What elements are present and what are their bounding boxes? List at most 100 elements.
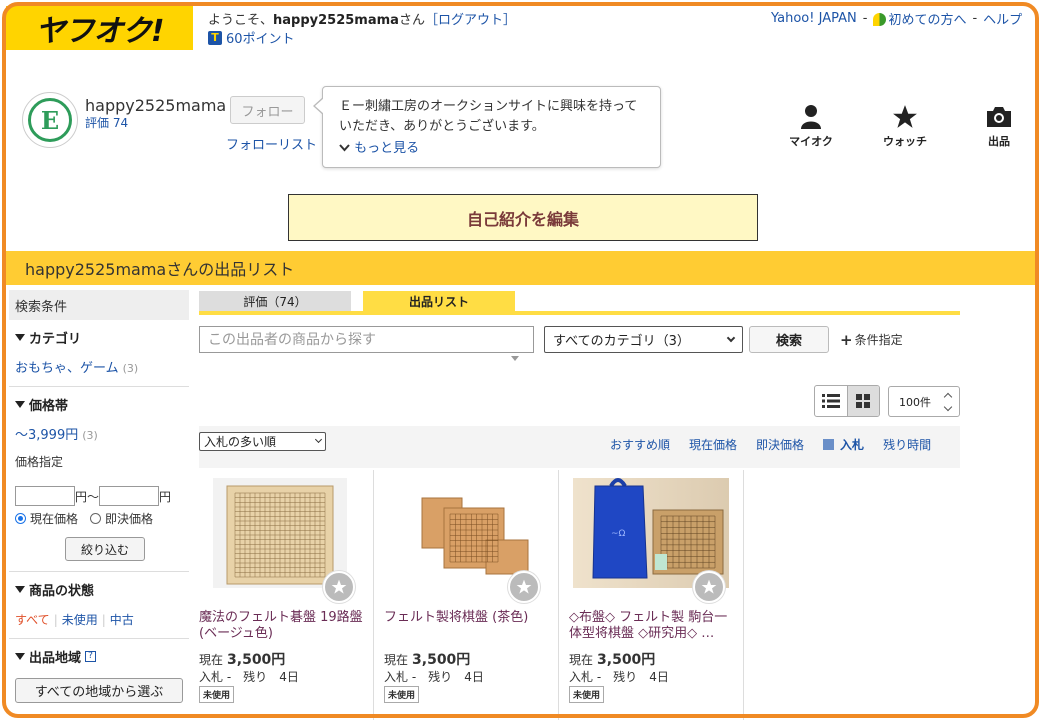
- chevron-down-icon: [339, 144, 350, 152]
- follow-button[interactable]: フォロー: [230, 96, 305, 124]
- condition-unused[interactable]: 未使用: [62, 613, 98, 627]
- watch-star-button[interactable]: [693, 571, 725, 603]
- star-icon: [893, 105, 917, 128]
- product-price: 現在 3,500円: [199, 652, 286, 668]
- avatar[interactable]: E: [22, 92, 78, 148]
- seller-name: happy2525mama: [85, 96, 227, 115]
- points-link[interactable]: 60ポイント: [226, 28, 295, 47]
- triangle-down-icon: [15, 586, 25, 593]
- sidebar-heading: 検索条件: [9, 290, 189, 320]
- star-icon: [516, 579, 532, 594]
- tab-underline: [199, 311, 960, 315]
- triangle-down-icon: [15, 334, 25, 341]
- sort-select[interactable]: 入札の多い順: [199, 432, 326, 451]
- condition-all[interactable]: すべて: [15, 613, 50, 627]
- seller-evaluation-link[interactable]: 評価 74: [85, 114, 128, 131]
- logout-link[interactable]: ［ログアウト］: [425, 13, 516, 28]
- welcome-username: happy2525mama: [273, 13, 399, 28]
- seller-search-input[interactable]: [199, 326, 534, 353]
- tab-listing[interactable]: 出品リスト: [363, 291, 515, 311]
- category-link[interactable]: おもちゃ、ゲーム (3): [15, 357, 183, 376]
- chevron-down-icon: [726, 333, 736, 342]
- condition-badge: 未使用: [384, 686, 420, 703]
- chevron-down-icon: [314, 435, 323, 444]
- beginner-leaf-icon: [873, 13, 887, 26]
- region-section: 出品地域? すべての地域から選ぶ: [9, 639, 189, 713]
- product-card[interactable]: フェルト製将棋盤 (茶色) 現在 3,500円 入札 - 残り 4日 未使用: [384, 470, 559, 720]
- product-card[interactable]: ~Ω ◇布盤◇ フェルト製 駒台一体型将棋盤 ◇研究用◇ … 現在 3,500円 …: [569, 470, 744, 720]
- list-view-button[interactable]: [815, 386, 847, 416]
- product-title[interactable]: ◇布盤◇ フェルト製 駒台一体型将棋盤 ◇研究用◇ …: [569, 610, 739, 642]
- camera-icon: [987, 107, 1011, 127]
- product-card[interactable]: 魔法のフェルト碁盤 19路盤 (ベージュ色) 現在 3,500円 入札 - 残り …: [199, 470, 374, 720]
- triangle-down-icon: [15, 401, 25, 408]
- person-icon: [801, 105, 821, 129]
- plus-icon: +: [840, 331, 853, 349]
- sort-current-price[interactable]: 現在価格: [689, 436, 737, 453]
- watch-star-button[interactable]: [508, 571, 540, 603]
- intro-text: Ｅー刺繡工房のオークションサイトに興味を持っていただき、ありがとうございます。: [339, 99, 638, 134]
- select-region-button[interactable]: すべての地域から選ぶ: [15, 678, 183, 703]
- condition-section: 商品の状態 すべて | 未使用 | 中古: [9, 572, 189, 639]
- watch-star-button[interactable]: [323, 571, 355, 603]
- price-range-link[interactable]: ～3,999円 (3): [15, 424, 183, 443]
- welcome-text: ようこそ、happy2525mamaさん［ログアウト］: [208, 13, 516, 28]
- grid-view-button[interactable]: [846, 386, 879, 416]
- listing-banner: happy2525mamaさんの出品リスト: [6, 251, 1035, 285]
- product-title[interactable]: フェルト製将棋盤 (茶色): [384, 610, 554, 626]
- product-price: 現在 3,500円: [384, 652, 471, 668]
- grid-view-icon: [856, 394, 871, 408]
- more-link[interactable]: もっと見る: [339, 139, 646, 159]
- product-meta: 入札 - 残り 4日: [384, 670, 484, 684]
- beginners-link[interactable]: 初めての方へ: [873, 9, 966, 28]
- star-icon: [701, 579, 717, 594]
- updown-icon: [943, 392, 953, 412]
- condition-badge: 未使用: [569, 686, 605, 703]
- product-image[interactable]: [213, 478, 347, 588]
- suggest-caret-icon: [511, 356, 519, 361]
- yahuoku-logo[interactable]: ヤフオク!: [6, 6, 193, 50]
- triangle-down-icon: [15, 653, 25, 660]
- list-view-icon: [821, 394, 840, 408]
- price-min-input[interactable]: [15, 486, 75, 506]
- product-meta: 入札 - 残り 4日: [569, 670, 669, 684]
- tab-evaluation[interactable]: 評価（74）: [199, 291, 351, 311]
- points-display[interactable]: T 60ポイント: [208, 28, 295, 47]
- sort-recommended[interactable]: おすすめ順: [610, 436, 670, 453]
- product-title[interactable]: 魔法のフェルト碁盤 19路盤 (ベージュ色): [199, 610, 369, 642]
- condition-used[interactable]: 中古: [110, 613, 134, 627]
- per-page-select[interactable]: 100件: [888, 386, 960, 417]
- search-button[interactable]: 検索: [749, 326, 829, 353]
- sort-bids[interactable]: 入札: [823, 436, 864, 453]
- price-max-input[interactable]: [99, 486, 160, 506]
- svg-text:~Ω: ~Ω: [611, 529, 626, 539]
- help-link[interactable]: ヘルプ: [983, 9, 1022, 28]
- radio-current-price[interactable]: [15, 513, 26, 524]
- product-meta: 入札 - 残り 4日: [199, 670, 299, 684]
- price-section: 価格帯 ～3,999円 (3) 価格指定 円～ 円 現在価格 即決価格 絞り込む: [9, 387, 189, 572]
- view-toggle: [814, 385, 880, 417]
- search-conditions-sidebar: 検索条件 カテゴリ おもちゃ、ゲーム (3) 価格帯 ～3,999円 (3) 価格指…: [9, 290, 189, 713]
- sort-links: おすすめ順 現在価格 即決価格 入札 残り時間: [610, 436, 931, 453]
- sort-remaining-time[interactable]: 残り時間: [883, 436, 931, 453]
- radio-buynow-price[interactable]: [90, 513, 102, 524]
- intro-bubble: Ｅー刺繡工房のオークションサイトに興味を持っていただき、ありがとうございます。 …: [313, 86, 661, 168]
- sort-active-icon: [823, 439, 835, 450]
- category-select[interactable]: すべてのカテゴリ（3）: [544, 326, 743, 353]
- sell-button[interactable]: 出品: [969, 104, 1029, 149]
- sort-buynow-price[interactable]: 即決価格: [756, 436, 804, 453]
- condition-specify-link[interactable]: + 条件指定: [840, 331, 903, 349]
- star-icon: [331, 579, 347, 594]
- edit-intro-button[interactable]: 自己紹介を編集: [288, 194, 758, 241]
- narrow-down-button[interactable]: 絞り込む: [65, 537, 145, 561]
- product-price: 現在 3,500円: [569, 652, 656, 668]
- help-icon[interactable]: ?: [85, 651, 97, 662]
- tpoint-icon: T: [208, 30, 222, 45]
- my-auction-button[interactable]: マイオク: [781, 104, 841, 149]
- follow-list-link[interactable]: フォローリスト: [226, 134, 317, 153]
- yahoo-japan-link[interactable]: Yahoo! JAPAN: [771, 11, 857, 26]
- top-links: Yahoo! JAPAN - 初めての方へ - ヘルプ: [771, 9, 1023, 28]
- product-image[interactable]: [398, 478, 532, 588]
- category-section: カテゴリ おもちゃ、ゲーム (3): [9, 320, 189, 387]
- watch-button[interactable]: ウォッチ: [875, 104, 935, 149]
